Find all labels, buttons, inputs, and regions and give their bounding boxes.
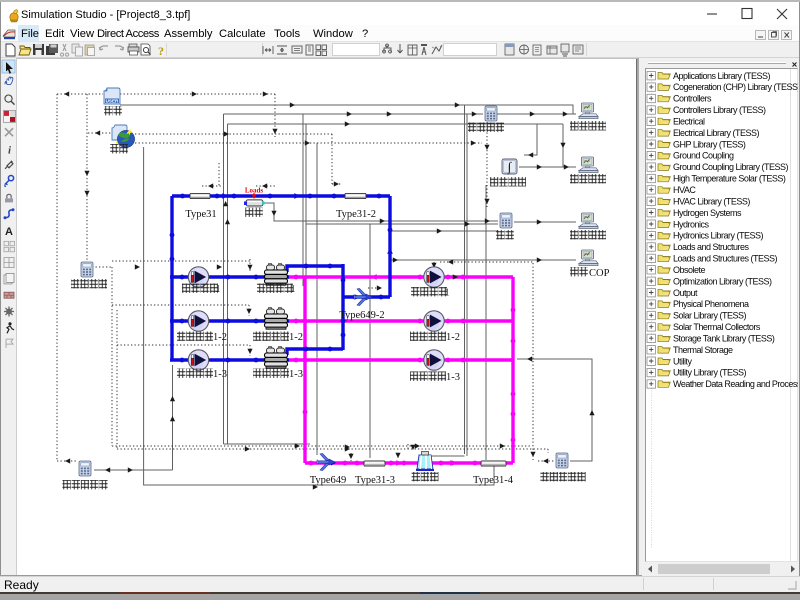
- svg-text:1-2: 1-2: [213, 332, 227, 343]
- svg-text:Weather Data Reading and Proce: Weather Data Reading and Process: [673, 379, 798, 389]
- svg-text:Applications Library (TESS): Applications Library (TESS): [673, 71, 771, 81]
- svg-text:1: 1: [290, 284, 295, 295]
- svg-text:Type649-2: Type649-2: [339, 310, 384, 321]
- svg-text:1-3: 1-3: [289, 369, 303, 380]
- svg-text:Type31-4: Type31-4: [473, 475, 514, 486]
- svg-text:Solar Thermal Collectors: Solar Thermal Collectors: [673, 322, 761, 332]
- svg-text:1-2: 1-2: [289, 332, 303, 343]
- svg-text:Hydrogen Systems: Hydrogen Systems: [673, 208, 742, 218]
- svg-text:Output: Output: [673, 288, 698, 298]
- svg-text:Type31-2: Type31-2: [336, 209, 376, 220]
- svg-text:Controllers: Controllers: [673, 94, 712, 104]
- svg-text:Hydronics Library (TESS): Hydronics Library (TESS): [673, 231, 764, 241]
- svg-text:Obsolete: Obsolete: [673, 265, 706, 275]
- svg-text:Thermal Storage: Thermal Storage: [673, 345, 733, 355]
- svg-text:Hydronics: Hydronics: [673, 219, 710, 229]
- svg-text:Loads and Structures (TESS): Loads and Structures (TESS): [673, 254, 778, 264]
- svg-text:i: i: [8, 145, 12, 157]
- svg-text:COP: COP: [589, 268, 610, 279]
- svg-text:HVAC Library (TESS): HVAC Library (TESS): [673, 196, 750, 206]
- svg-text:GHP Library (TESS): GHP Library (TESS): [673, 139, 746, 149]
- svg-text:USER: USER: [106, 98, 119, 103]
- svg-text:Loads and Structures: Loads and Structures: [673, 242, 750, 252]
- svg-text:Type31-3: Type31-3: [355, 475, 395, 486]
- svg-text:Ground Coupling Library (TESS): Ground Coupling Library (TESS): [673, 162, 789, 172]
- svg-text:1: 1: [444, 288, 449, 299]
- svg-text:Utility: Utility: [673, 356, 692, 366]
- svg-text:1-3: 1-3: [446, 372, 460, 383]
- svg-text:Controllers Library (TESS): Controllers Library (TESS): [673, 105, 766, 115]
- svg-text:Storage Tank Library (TESS): Storage Tank Library (TESS): [673, 334, 775, 344]
- svg-text:1: 1: [215, 284, 220, 295]
- svg-text:Type649: Type649: [310, 475, 347, 486]
- svg-text:A: A: [5, 226, 13, 238]
- svg-text:1-3: 1-3: [213, 369, 227, 380]
- svg-text:Cogeneration (CHP) Library (TE: Cogeneration (CHP) Library (TESS): [673, 82, 798, 92]
- svg-text:1-2: 1-2: [446, 332, 460, 343]
- svg-text:Electrical: Electrical: [673, 117, 705, 127]
- svg-text:Physical Phenomena: Physical Phenomena: [673, 299, 749, 309]
- svg-text:Electrical Library (TESS): Electrical Library (TESS): [673, 128, 760, 138]
- svg-text:?: ?: [158, 44, 164, 58]
- svg-text:Type31: Type31: [185, 209, 216, 220]
- svg-text:Optimization Library (TESS): Optimization Library (TESS): [673, 276, 772, 286]
- svg-text:Utility Library (TESS): Utility Library (TESS): [673, 368, 747, 378]
- svg-text:Solar Library (TESS): Solar Library (TESS): [673, 311, 747, 321]
- svg-text:HVAC: HVAC: [673, 185, 696, 195]
- svg-text:High Temperature Solar (TESS): High Temperature Solar (TESS): [673, 174, 786, 184]
- svg-text:Ground Coupling: Ground Coupling: [673, 151, 734, 161]
